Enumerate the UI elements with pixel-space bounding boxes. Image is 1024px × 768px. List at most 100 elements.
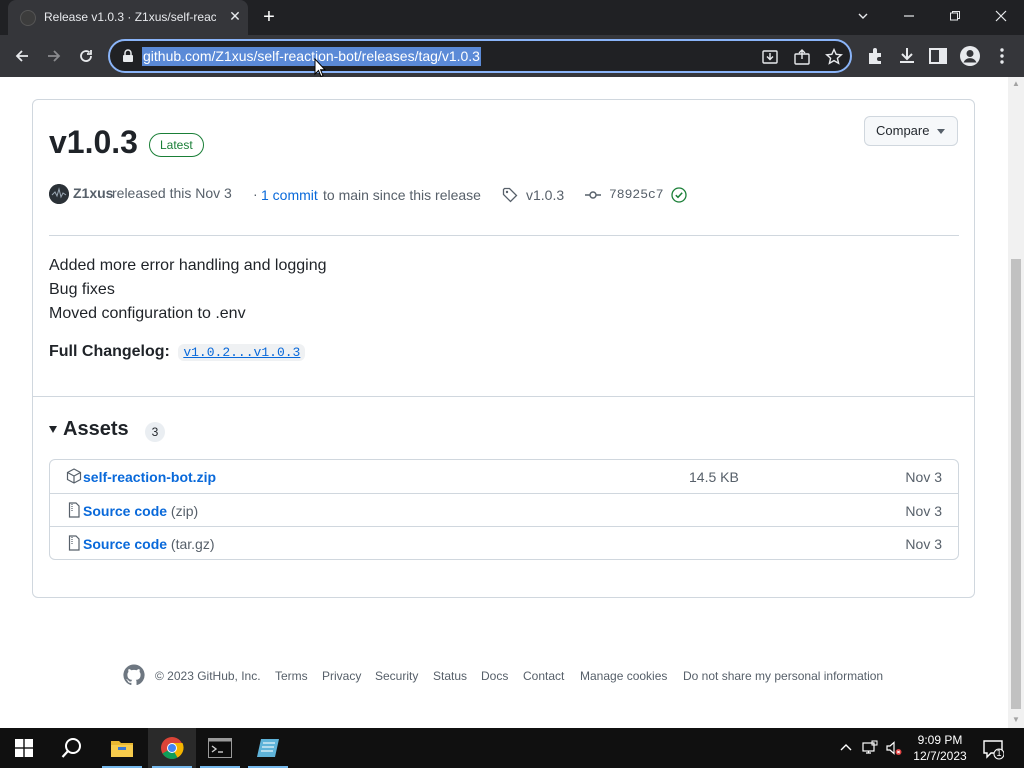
taskbar-chrome[interactable] (148, 728, 196, 768)
author-avatar[interactable] (49, 184, 69, 204)
file-zip-icon (68, 502, 80, 518)
assets-count-badge: 3 (145, 422, 165, 442)
search-button[interactable] (48, 728, 96, 768)
footer-copyright: © 2023 GitHub, Inc. (155, 669, 261, 683)
tab-close-icon[interactable]: ✕ (226, 7, 244, 25)
browser-menu-icon[interactable] (991, 45, 1013, 67)
install-app-icon[interactable] (760, 47, 780, 67)
extensions-icon[interactable] (864, 45, 886, 67)
file-zip-icon (68, 535, 80, 551)
terminal-icon (208, 738, 232, 758)
asset-date: Nov 3 (905, 503, 942, 519)
verified-check-icon[interactable] (671, 187, 687, 203)
asset-link[interactable]: self-reaction-bot.zip (83, 469, 216, 485)
package-icon (66, 468, 82, 484)
notification-count: 1 (996, 748, 1002, 758)
taskbar-clock[interactable]: 9:09 PM 12/7/2023 (905, 732, 975, 764)
release-notes: Added more error handling and logging Bu… (49, 254, 327, 326)
bookmark-star-icon[interactable] (824, 47, 844, 67)
back-button[interactable] (9, 43, 35, 69)
footer-link-security[interactable]: Security (375, 669, 418, 683)
author-link[interactable]: Z1xus (73, 185, 113, 201)
volume-muted-icon[interactable] (886, 740, 902, 756)
meta-separator: · (253, 186, 258, 202)
release-title[interactable]: v1.0.3 (49, 124, 138, 161)
release-card: v1.0.3 Latest Compare Z1xus released thi… (32, 99, 975, 598)
new-tab-button[interactable]: + (258, 6, 280, 28)
footer-link-manage-cookies[interactable]: Manage cookies (580, 669, 667, 683)
notification-center-button[interactable]: 1 (982, 738, 1005, 760)
assets-title: Assets (63, 418, 129, 440)
full-changelog: Full Changelog: v1.0.2...v1.0.3 (49, 343, 306, 361)
scroll-down-arrow-icon[interactable]: ▼ (1012, 716, 1020, 724)
footer-link-privacy[interactable]: Privacy (322, 669, 361, 683)
network-icon[interactable] (862, 740, 878, 756)
asset-size: 14.5 KB (689, 469, 739, 485)
git-commit-icon (585, 191, 601, 199)
reload-button[interactable] (73, 43, 99, 69)
lock-icon[interactable] (122, 49, 134, 63)
divider (33, 396, 974, 397)
taskbar-file-explorer[interactable] (98, 728, 146, 768)
tab-title: Release v1.0.3 · Z1xus/self-reaction-bot (44, 10, 216, 24)
footer-link-terms[interactable]: Terms (275, 669, 308, 683)
commit-sha-link[interactable]: 78925c7 (609, 187, 664, 202)
notepad-icon (257, 739, 279, 757)
clock-time: 9:09 PM (917, 733, 963, 747)
scroll-up-arrow-icon[interactable]: ▲ (1012, 80, 1020, 88)
changelog-link[interactable]: v1.0.2...v1.0.3 (178, 344, 306, 361)
compare-label: Compare (876, 123, 930, 138)
page-footer: © 2023 GitHub, Inc. Terms Privacy Securi… (122, 662, 902, 692)
commits-since-text: to main since this release (323, 187, 481, 203)
url-text[interactable]: github.com/Z1xus/self-reaction-bot/relea… (142, 47, 481, 66)
browser-titlebar: Release v1.0.3 · Z1xus/self-reaction-bot… (0, 0, 1024, 35)
side-panel-icon[interactable] (927, 45, 949, 67)
tab-search-icon[interactable] (840, 0, 886, 32)
scroll-thumb[interactable] (1011, 259, 1021, 709)
asset-link[interactable]: Source code (zip) (83, 503, 198, 519)
assets-toggle[interactable]: Assets (49, 418, 129, 441)
asset-row: Source code (zip) Nov 3 (50, 493, 958, 526)
taskbar-notepad[interactable] (244, 728, 292, 768)
github-favicon-icon (20, 10, 36, 26)
note-line: Bug fixes (49, 281, 115, 298)
chevron-up-icon[interactable] (838, 740, 854, 756)
close-window-button[interactable] (978, 0, 1024, 32)
divider (49, 235, 959, 236)
tag-link[interactable]: v1.0.3 (526, 187, 564, 203)
footer-link-do-not-share[interactable]: Do not share my personal information (683, 669, 883, 683)
search-icon (61, 738, 81, 758)
address-bar[interactable]: github.com/Z1xus/self-reaction-bot/relea… (108, 39, 852, 73)
clock-date: 12/7/2023 (913, 749, 967, 763)
compare-button[interactable]: Compare (864, 116, 958, 146)
forward-button[interactable] (41, 43, 67, 69)
latest-badge: Latest (149, 133, 204, 157)
downloads-icon[interactable] (896, 45, 918, 67)
share-icon[interactable] (792, 47, 812, 67)
caret-down-icon (937, 129, 945, 134)
asset-link[interactable]: Source code (tar.gz) (83, 536, 215, 552)
start-button[interactable] (0, 728, 48, 768)
tag-icon (502, 187, 518, 203)
minimize-button[interactable] (886, 0, 932, 32)
caret-down-icon (49, 426, 57, 434)
restore-button[interactable] (932, 0, 978, 32)
browser-toolbar: github.com/Z1xus/self-reaction-bot/relea… (0, 35, 1024, 77)
mouse-cursor-icon (314, 58, 326, 78)
taskbar-terminal[interactable] (196, 728, 244, 768)
released-text: released this Nov 3 (112, 185, 232, 201)
footer-link-status[interactable]: Status (433, 669, 467, 683)
page-scrollbar[interactable]: ▲ ▼ (1008, 77, 1024, 728)
note-line: Added more error handling and logging (49, 257, 327, 274)
folder-icon (111, 741, 133, 757)
footer-link-contact[interactable]: Contact (523, 669, 564, 683)
asset-row: self-reaction-bot.zip 14.5 KB Nov 3 (50, 460, 958, 493)
browser-tab[interactable]: Release v1.0.3 · Z1xus/self-reaction-bot… (8, 0, 248, 35)
assets-list: self-reaction-bot.zip 14.5 KB Nov 3 Sour… (49, 459, 959, 560)
github-logo-icon[interactable] (122, 663, 146, 687)
footer-link-docs[interactable]: Docs (481, 669, 508, 683)
changelog-label: Full Changelog: (49, 343, 170, 360)
chrome-icon (161, 737, 184, 759)
commits-link[interactable]: 1 commit (261, 187, 318, 203)
profile-avatar-icon[interactable] (959, 45, 981, 67)
